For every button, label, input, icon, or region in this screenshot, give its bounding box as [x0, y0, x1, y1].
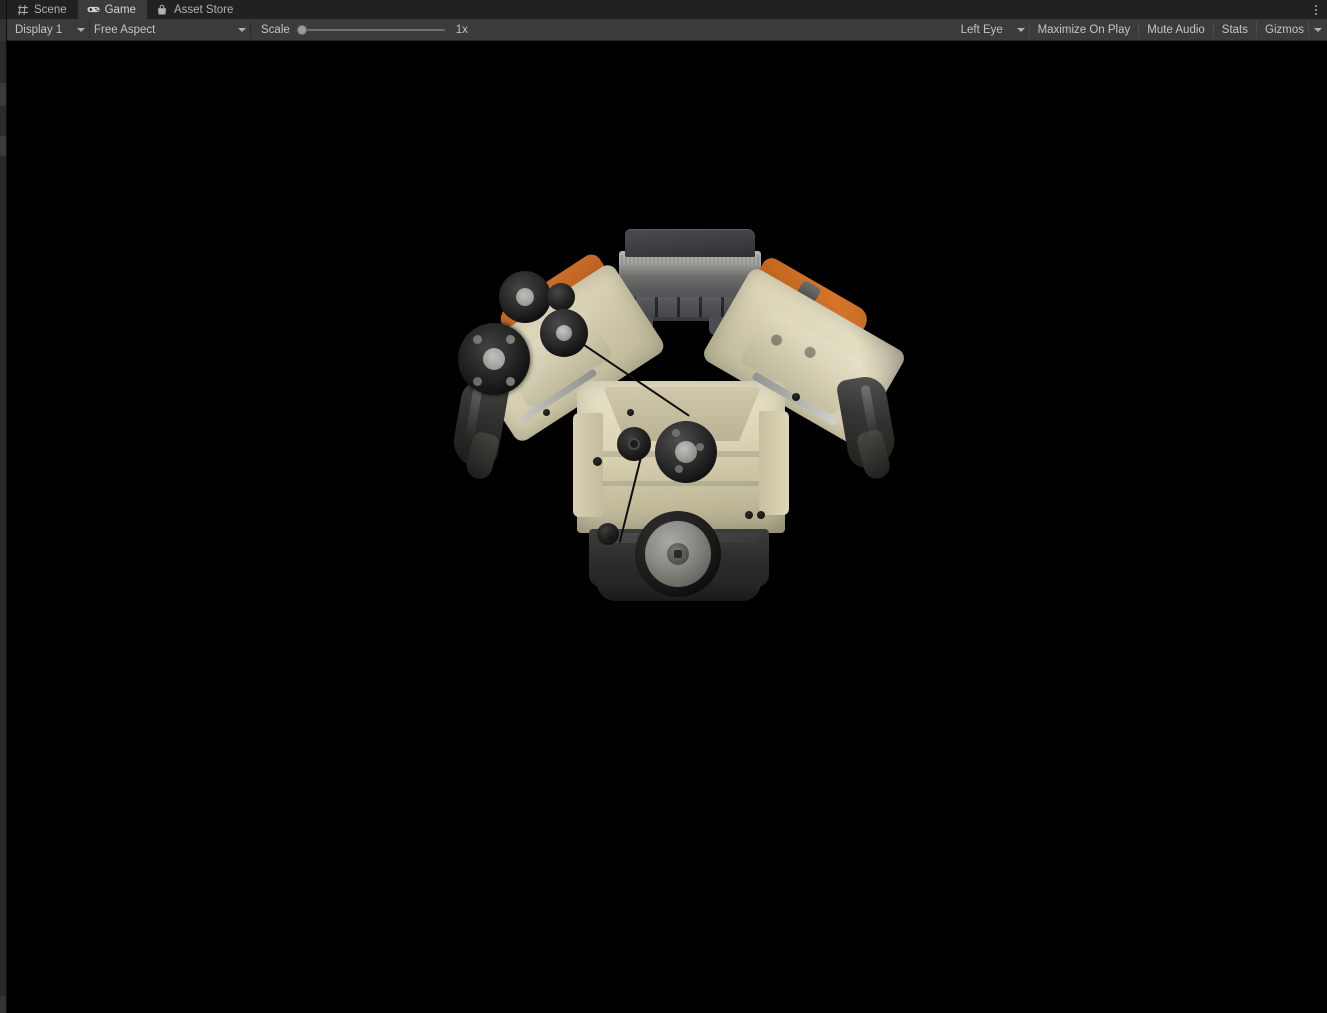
pulley-center-hub — [675, 441, 697, 463]
scale-value: 1x — [455, 23, 468, 36]
toolbar-right-group: Left Eye Maximize On Play Mute Audio Sta… — [956, 19, 1327, 41]
pulley-idler-small — [547, 283, 575, 311]
shopping-bag-icon — [156, 3, 169, 16]
kebab-dots — [1315, 4, 1317, 15]
viewport-bottom-strip — [7, 996, 1327, 1013]
chevron-down-icon — [77, 27, 85, 32]
pulley-bolt — [473, 335, 482, 344]
tab-asset-store-label: Asset Store — [173, 3, 234, 16]
engine-3d-model — [427, 161, 937, 701]
unity-game-view-window: Scene Game Asset Store Display 1 Free As… — [0, 0, 1327, 1013]
mount-hole — [757, 511, 765, 519]
scale-label: Scale — [261, 23, 290, 36]
display-dropdown-value: Display 1 — [15, 23, 63, 36]
chevron-down-icon — [238, 27, 246, 32]
mount-hole — [607, 531, 615, 539]
tab-bar: Scene Game Asset Store — [7, 0, 1327, 19]
scale-slider[interactable] — [296, 23, 445, 37]
mount-hole — [745, 511, 753, 519]
left-eye-dropdown-value: Left Eye — [960, 23, 1003, 36]
mute-audio-button[interactable]: Mute Audio — [1139, 19, 1213, 41]
chevron-down-icon — [1314, 27, 1322, 32]
pulley-bolt — [696, 443, 704, 451]
aspect-dropdown-value: Free Aspect — [94, 23, 156, 36]
mount-hole — [627, 409, 634, 416]
mount-hole — [543, 409, 550, 416]
pulley-top-left-hub — [516, 288, 534, 306]
stats-label: Stats — [1221, 23, 1249, 36]
crankshaft-bolt — [674, 550, 682, 558]
gizmos-label: Gizmos — [1265, 23, 1304, 36]
pulley-mid-left-hub — [556, 325, 572, 341]
pulley-bolt — [473, 377, 482, 386]
pulley-large-left-hub — [483, 348, 505, 370]
intake-top-cover — [625, 229, 755, 257]
pulley-bolt — [506, 377, 515, 386]
gamepad-icon — [87, 3, 100, 16]
chevron-down-icon — [1016, 27, 1025, 32]
pulley-bolt — [672, 429, 680, 437]
block-flange-right — [759, 411, 789, 515]
scale-slider-track — [306, 28, 445, 31]
panel-divider — [6, 0, 7, 1013]
maximize-on-play-button[interactable]: Maximize On Play — [1030, 19, 1139, 41]
tab-bar-spacer — [244, 0, 1305, 19]
stats-button[interactable]: Stats — [1214, 19, 1256, 41]
grid-icon — [16, 3, 29, 16]
aspect-dropdown[interactable]: Free Aspect — [90, 19, 250, 41]
scale-slider-knob[interactable] — [296, 24, 307, 35]
scale-control: Scale 1x — [251, 23, 468, 37]
pulley-bolt — [675, 465, 683, 473]
tab-game-label: Game — [104, 3, 136, 16]
mount-hole — [792, 393, 800, 401]
pulley-bolt — [506, 335, 515, 344]
tab-scene-label: Scene — [34, 3, 67, 16]
game-viewport[interactable] — [7, 41, 1327, 996]
display-dropdown[interactable]: Display 1 — [7, 19, 89, 41]
adjacent-panel-sliver — [0, 0, 7, 1013]
maximize-on-play-label: Maximize On Play — [1037, 23, 1131, 36]
tab-scene[interactable]: Scene — [7, 0, 78, 19]
tab-asset-store[interactable]: Asset Store — [147, 0, 244, 19]
gizmos-button[interactable]: Gizmos — [1257, 19, 1308, 41]
mount-hole — [593, 457, 602, 466]
left-eye-dropdown[interactable]: Left Eye — [956, 19, 1029, 41]
gizmos-dropdown[interactable] — [1309, 19, 1327, 41]
game-view-toolbar: Display 1 Free Aspect Scale 1x Left Eye … — [7, 19, 1327, 41]
tab-game[interactable]: Game — [77, 0, 147, 19]
mute-audio-label: Mute Audio — [1147, 23, 1205, 36]
kebab-menu-icon[interactable] — [1305, 0, 1327, 19]
pulley-tensioner-hub — [630, 440, 638, 448]
